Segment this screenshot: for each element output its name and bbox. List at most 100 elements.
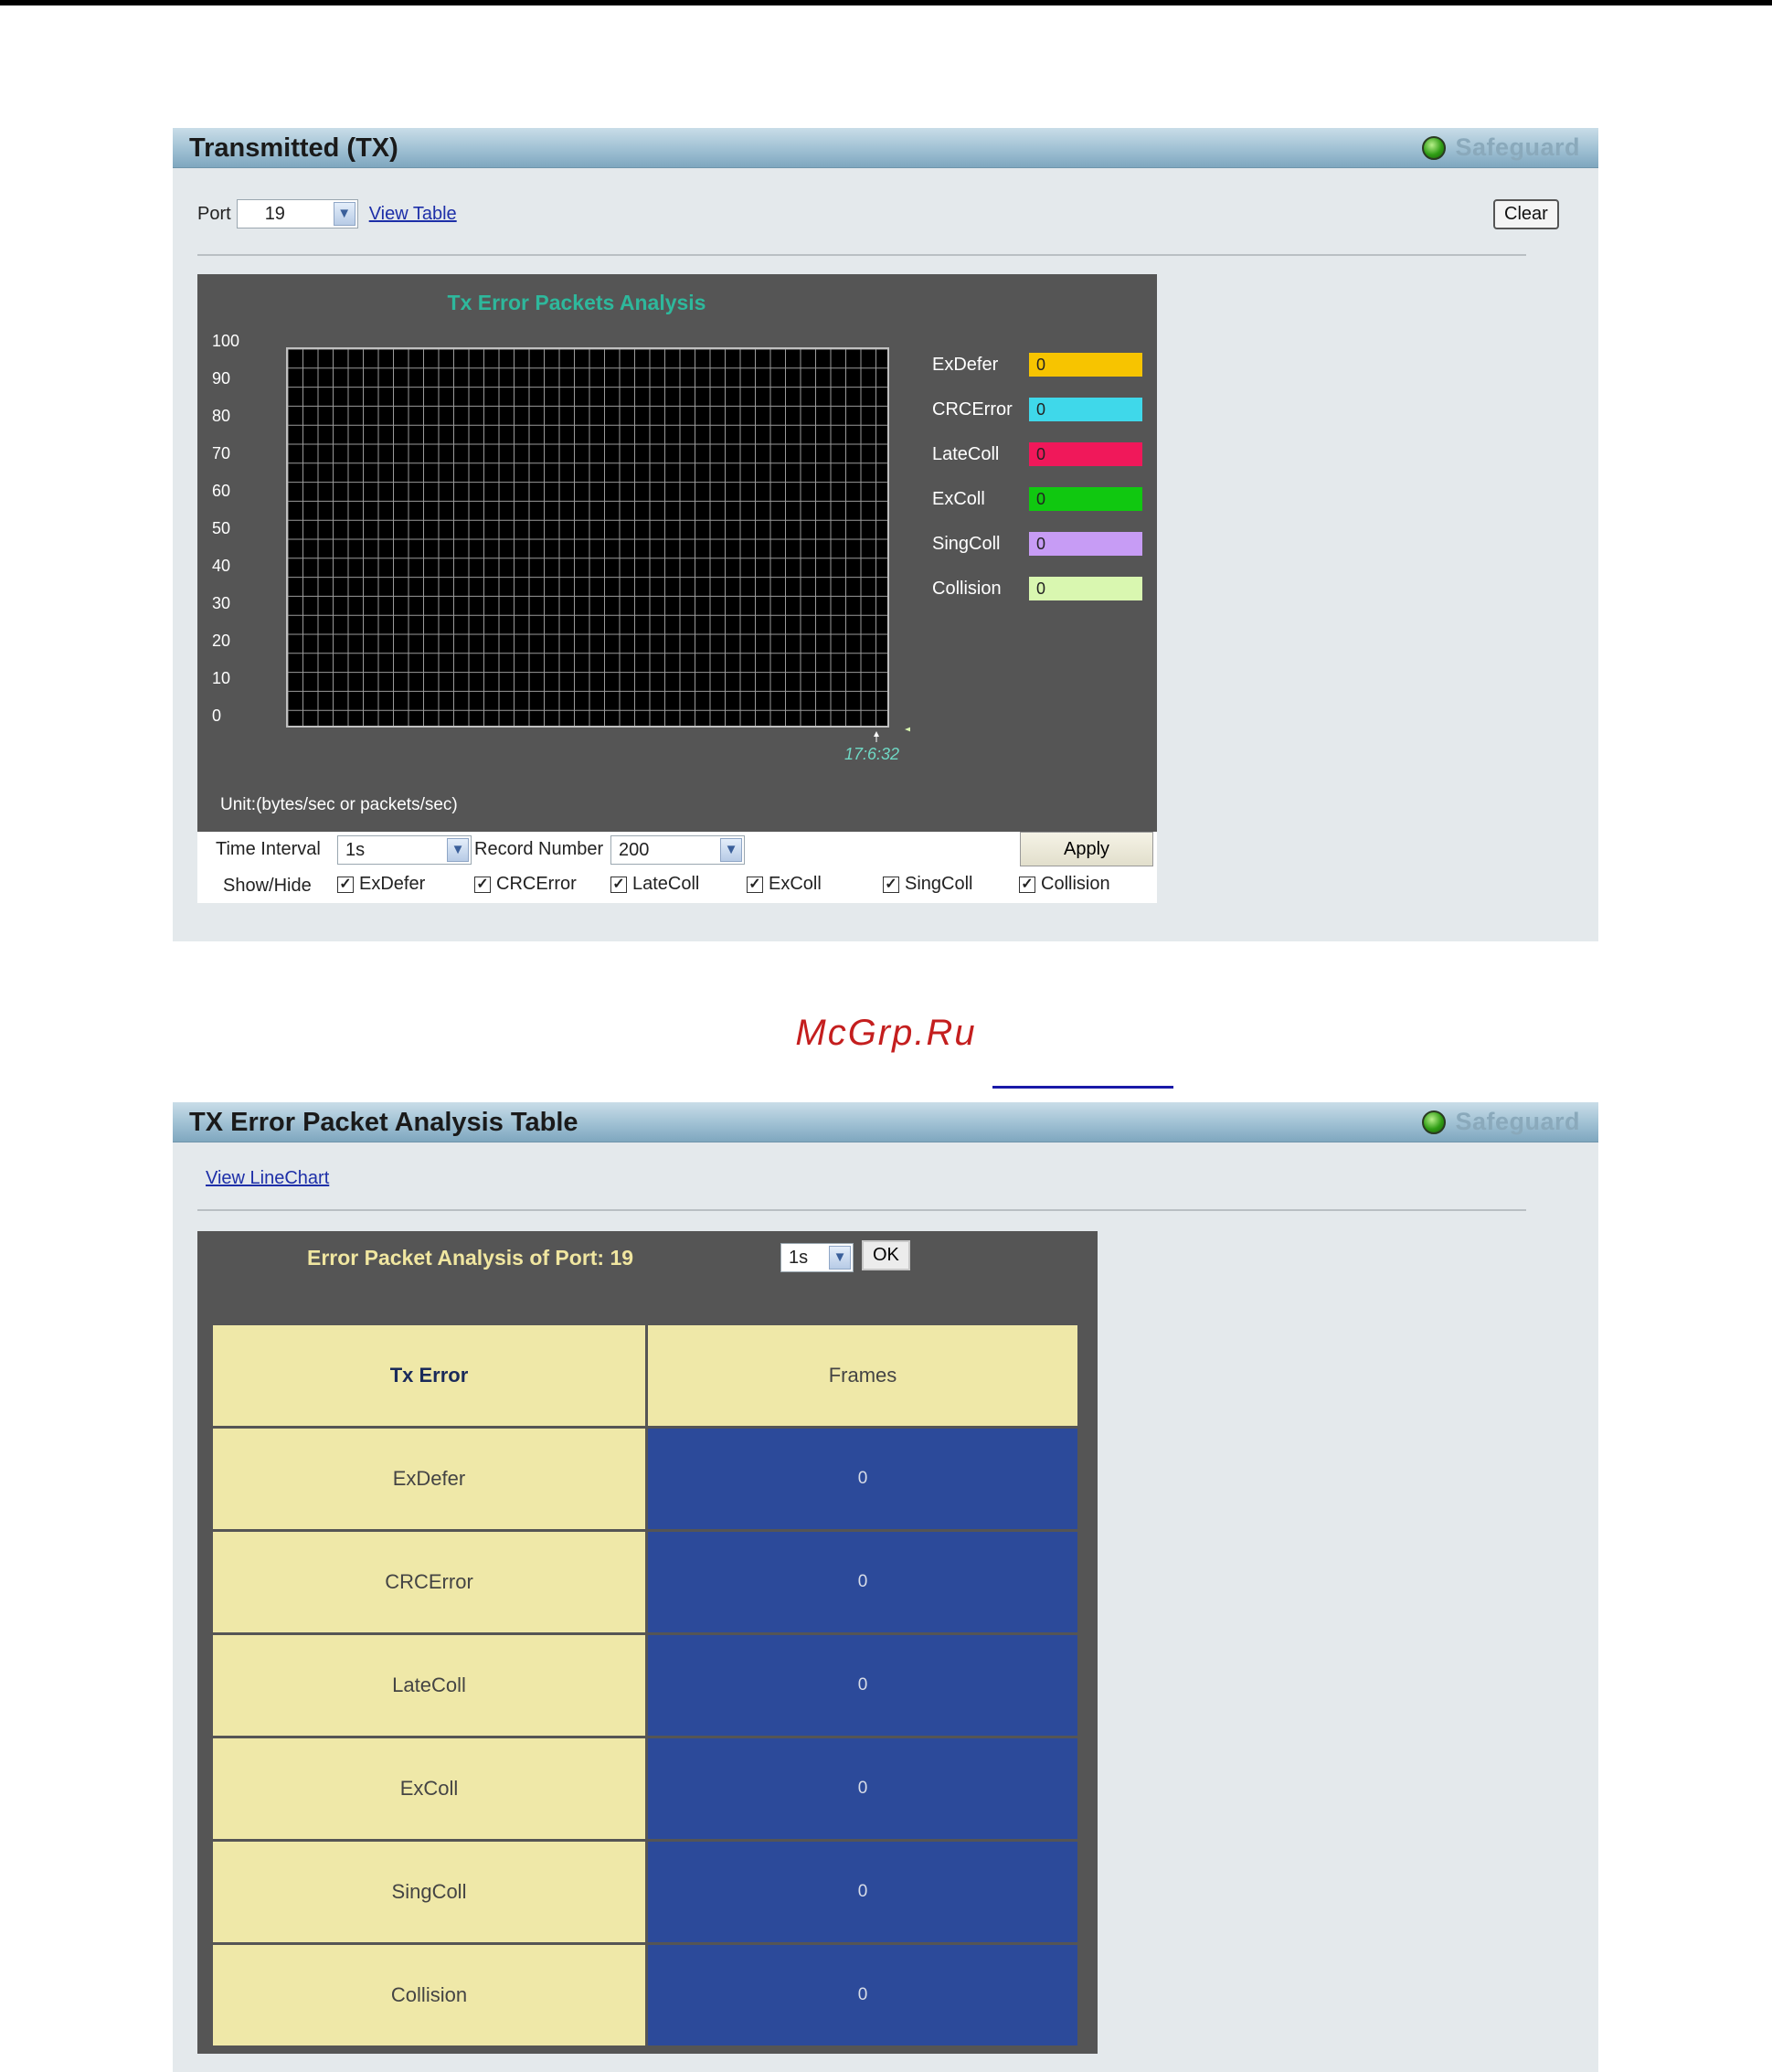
record-number-label: Record Number [474, 839, 604, 859]
legend-value: 0 [1029, 353, 1142, 377]
record-number-select[interactable]: 200 ▼ [610, 835, 745, 865]
safeguard-label: Safeguard [1455, 133, 1580, 161]
y-tick-label: 20 [212, 632, 231, 650]
safeguard-badge: Safeguard [1422, 133, 1580, 162]
table-row: LateColl 0 [210, 1632, 1080, 1738]
y-tick-label: 0 [212, 707, 222, 725]
chart-title: Tx Error Packets Analysis [447, 291, 706, 314]
series-checkbox[interactable]: ✓ LateColl [610, 874, 699, 895]
checkbox-check-icon[interactable]: ✓ [337, 876, 354, 893]
y-tick-label: 100 [212, 332, 240, 350]
divider [197, 1209, 1526, 1211]
chevron-down-icon[interactable]: ▼ [447, 838, 469, 862]
time-interval-select[interactable]: 1s ▼ [337, 835, 472, 865]
port-select-value: 19 [264, 204, 285, 224]
y-tick-label: 60 [212, 482, 231, 500]
y-tick-label: 10 [212, 669, 231, 687]
legend-value: 0 [1029, 398, 1142, 421]
clear-button[interactable]: Clear [1493, 199, 1559, 229]
legend-label: ExColl [932, 489, 985, 509]
frames-cell: 0 [645, 1736, 1080, 1842]
safeguard-badge: Safeguard [1422, 1108, 1580, 1136]
chevron-down-icon[interactable]: ▼ [333, 202, 355, 226]
error-type-cell: SingColl [210, 1839, 648, 1945]
divider [197, 254, 1526, 256]
checkbox-check-icon[interactable]: ✓ [474, 876, 491, 893]
port-label: Port [197, 203, 231, 224]
table-interval-select[interactable]: 1s ▼ [780, 1243, 854, 1272]
checkbox-label: Collision [1041, 874, 1110, 894]
legend-label: ExDefer [932, 355, 999, 375]
checkbox-check-icon[interactable]: ✓ [610, 876, 627, 893]
safeguard-status-icon [1422, 1110, 1447, 1134]
checkbox-check-icon[interactable]: ✓ [883, 876, 899, 893]
series-checkbox[interactable]: ✓ Collision [1019, 874, 1110, 895]
table-interval-value: 1s [789, 1248, 809, 1268]
column-header-frames: Frames [645, 1323, 1080, 1429]
legend-value: 0 [1029, 577, 1142, 600]
legend-label: CRCError [932, 399, 1013, 420]
ok-button[interactable]: OK [862, 1240, 910, 1270]
table-panel-header: TX Error Packet Analysis Table Safeguard [173, 1102, 1598, 1142]
y-tick-label: 30 [212, 594, 231, 612]
y-tick-label: 80 [212, 407, 231, 425]
chart-area: Tx Error Packets Analysis 100 90 80 70 60 50 4… [197, 274, 1157, 832]
table-row: CRCError 0 [210, 1529, 1080, 1635]
column-header-tx-error: Tx Error [210, 1323, 648, 1429]
watermark: McGrp.Ru [795, 1013, 977, 1053]
unit-label: Unit:(bytes/sec or packets/sec) [220, 795, 458, 814]
checkbox-label: ExColl [769, 874, 822, 894]
checkbox-check-icon[interactable]: ✓ [1019, 876, 1035, 893]
plot-area [286, 347, 889, 728]
checkbox-label: LateColl [632, 874, 700, 894]
apply-button[interactable]: Apply [1020, 832, 1153, 866]
port-row: Port 19 ▼ View Table [197, 199, 457, 228]
y-tick-label: 50 [212, 519, 231, 537]
error-type-cell: LateColl [210, 1632, 648, 1738]
show-hide-label: Show/Hide [223, 876, 312, 896]
legend-value: 0 [1029, 532, 1142, 556]
port-select[interactable]: 19 ▼ [236, 199, 358, 228]
checkbox-check-icon[interactable]: ✓ [747, 876, 763, 893]
legend-label: LateColl [932, 444, 1000, 464]
tx-panel-header: Transmitted (TX) Safeguard [173, 128, 1598, 168]
series-checkbox[interactable]: ✓ SingColl [883, 874, 972, 895]
chevron-down-icon[interactable]: ▼ [829, 1246, 851, 1270]
error-type-cell: CRCError [210, 1529, 648, 1635]
checkbox-label: ExDefer [359, 874, 426, 894]
time-interval-value: 1s [345, 840, 366, 860]
series-checkbox[interactable]: ✓ ExColl [747, 874, 822, 895]
legend-label: SingColl [932, 534, 1001, 554]
error-type-cell: ExDefer [210, 1426, 648, 1532]
watermark-underline [992, 1086, 1173, 1089]
error-type-cell: Collision [210, 1942, 648, 2048]
table-header-row: Tx Error Frames [210, 1323, 1080, 1429]
view-linechart-link[interactable]: View LineChart [206, 1168, 329, 1189]
legend-value: 0 [1029, 487, 1142, 511]
error-type-cell: ExColl [210, 1736, 648, 1842]
time-interval-label: Time Interval [216, 839, 321, 859]
safeguard-label: Safeguard [1455, 1108, 1580, 1135]
safeguard-status-icon [1422, 135, 1447, 160]
frames-cell: 0 [645, 1529, 1080, 1635]
y-tick-label: 90 [212, 369, 231, 388]
checkbox-label: CRCError [496, 874, 577, 894]
chart-grid [288, 349, 887, 726]
table-row: ExDefer 0 [210, 1426, 1080, 1532]
y-tick-label: 40 [212, 557, 231, 575]
record-number-value: 200 [619, 840, 650, 860]
frames-cell: 0 [645, 1426, 1080, 1532]
series-checkbox[interactable]: ✓ ExDefer [337, 874, 425, 895]
checkbox-label: SingColl [905, 874, 973, 894]
table-row: ExColl 0 [210, 1736, 1080, 1842]
page-title: Transmitted (TX) [189, 133, 398, 163]
chevron-down-icon[interactable]: ▼ [720, 838, 742, 862]
table-row: SingColl 0 [210, 1839, 1080, 1945]
frames-cell: 0 [645, 1942, 1080, 2048]
analysis-title: Error Packet Analysis of Port: 19 [307, 1246, 634, 1270]
legend-value: 0 [1029, 442, 1142, 466]
series-checkbox[interactable]: ✓ CRCError [474, 874, 577, 895]
top-border [0, 0, 1772, 5]
legend-label: Collision [932, 579, 1002, 599]
view-table-link[interactable]: View Table [369, 204, 457, 225]
